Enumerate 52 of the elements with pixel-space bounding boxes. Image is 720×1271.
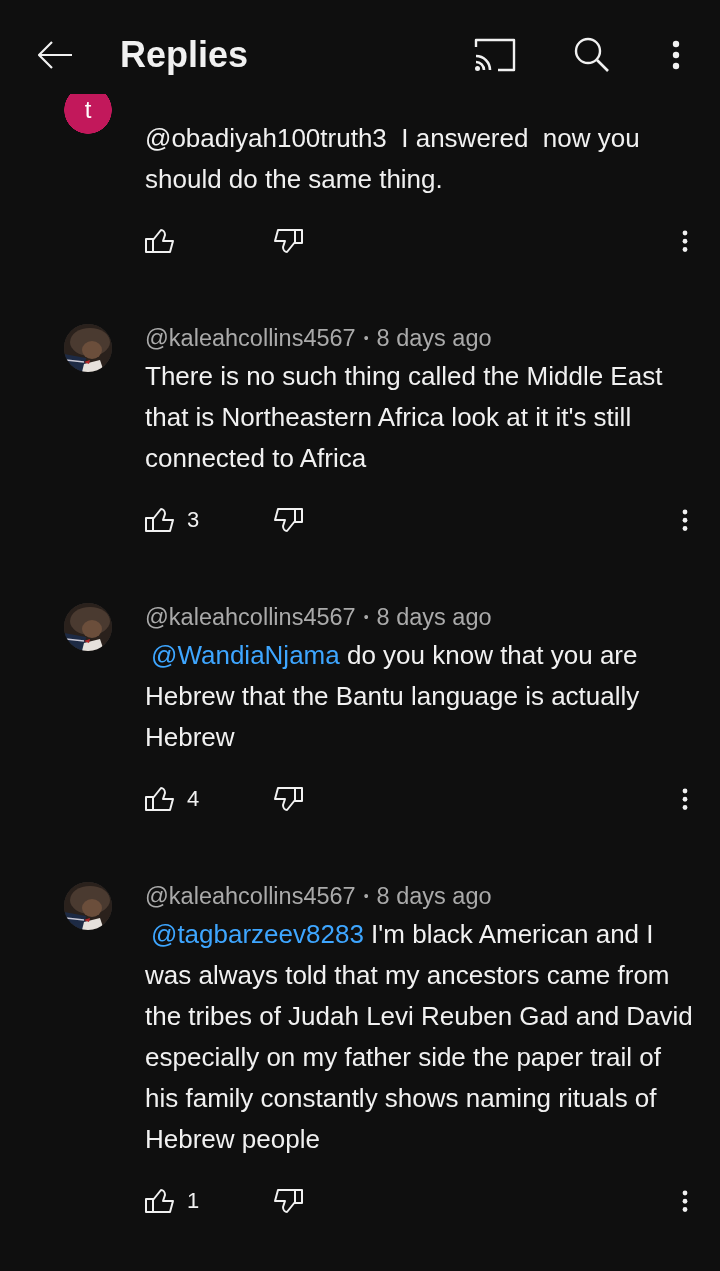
like-button[interactable] <box>145 507 175 533</box>
like-button[interactable] <box>145 786 175 812</box>
menu-button[interactable] <box>672 40 680 70</box>
comment-author[interactable]: @kaleahcollins4567 <box>145 882 356 910</box>
more-icon <box>672 40 680 70</box>
thumbs-down-icon <box>273 228 303 254</box>
dislike-button[interactable] <box>273 1188 303 1214</box>
comment-text: @WandiaNjama do you know that you are Hebrew that the Bantu language is actually Hebrew <box>145 639 641 754</box>
cast-icon <box>474 38 516 72</box>
thumbs-up-icon <box>145 228 175 254</box>
thumbs-up-icon <box>145 786 175 812</box>
like-button[interactable] <box>145 1188 175 1214</box>
comment-author[interactable]: @kaleahcollins4567 <box>145 603 356 631</box>
thumbs-down-icon <box>273 786 303 812</box>
avatar[interactable]: t <box>64 94 112 134</box>
search-button[interactable] <box>574 37 610 73</box>
dislike-button[interactable] <box>273 786 303 812</box>
thumbs-down-icon <box>273 1188 303 1214</box>
cast-button[interactable] <box>474 38 516 72</box>
back-icon <box>36 40 74 70</box>
dislike-button[interactable] <box>273 228 303 254</box>
back-button[interactable] <box>36 40 74 70</box>
comment-menu-button[interactable] <box>682 508 688 532</box>
separator-dot: • <box>363 330 369 346</box>
comment-text: @tagbarzeev8283 I'm black American and I was always told that my ancestors came from the tribes of Judah Levi Reuben Gad and David especially on my father side the paper trail of his family constantly shows naming rituals of Hebrew people <box>145 918 694 1156</box>
like-count: 1 <box>187 1188 200 1214</box>
comment-time: 8 days ago <box>376 882 492 910</box>
like-count: 3 <box>187 507 200 533</box>
comment-text: There is no such thing called the Middle East that is Northeastern Africa look at it it's still connected to Africa <box>145 360 664 475</box>
more-icon <box>682 1189 688 1213</box>
like-button[interactable] <box>145 228 175 254</box>
thumbs-up-icon <box>145 1188 175 1214</box>
mention-link[interactable]: @WandiaNjama <box>145 640 340 670</box>
more-icon <box>682 229 688 253</box>
mention-link[interactable]: @tagbarzeev8283 <box>145 919 364 949</box>
comment-menu-button[interactable] <box>682 1189 688 1213</box>
thumbs-down-icon <box>273 507 303 533</box>
comment-time: 8 days ago <box>376 324 492 352</box>
search-icon <box>574 37 610 73</box>
separator-dot: • <box>363 609 369 625</box>
comment-time: 8 days ago <box>376 603 492 631</box>
comment-text: @obadiyah100truth3 I answered now you should do the same thing. <box>145 122 641 196</box>
dislike-button[interactable] <box>273 507 303 533</box>
comment-author[interactable]: @kaleahcollins4567 <box>145 324 356 352</box>
separator-dot: • <box>363 888 369 904</box>
comment-menu-button[interactable] <box>682 229 688 253</box>
more-icon <box>682 787 688 811</box>
more-icon <box>682 508 688 532</box>
comment-menu-button[interactable] <box>682 787 688 811</box>
like-count: 4 <box>187 786 200 812</box>
page-title: Replies <box>120 34 250 76</box>
thumbs-up-icon <box>145 507 175 533</box>
